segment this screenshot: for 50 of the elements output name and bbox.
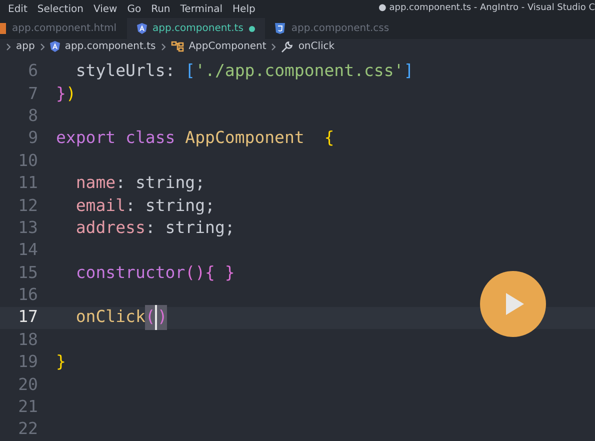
menu-item[interactable]: Terminal bbox=[180, 2, 223, 17]
menu-item[interactable]: Run bbox=[151, 2, 170, 17]
code-line: email: string; bbox=[74, 194, 215, 217]
line-number: 11 bbox=[17, 172, 39, 194]
line-number: 9 bbox=[27, 127, 39, 150]
line-number: 20 bbox=[17, 374, 39, 396]
line-number: 10 bbox=[17, 150, 39, 172]
line-number: 15 bbox=[17, 262, 39, 284]
window-title: ● app.component.ts - AngIntro - Visual Studio C bbox=[378, 2, 595, 16]
line-number: 19 bbox=[17, 351, 39, 374]
breadcrumb-item[interactable]: onClick bbox=[298, 39, 335, 54]
class-icon bbox=[170, 41, 184, 52]
line-number: 13 bbox=[17, 216, 39, 239]
code-line: address: string; bbox=[74, 216, 235, 239]
menu-item[interactable]: View bbox=[93, 2, 118, 17]
code-line: styleUrls: ['./app.component.css'] bbox=[74, 60, 414, 82]
line-number: 21 bbox=[17, 396, 39, 418]
menu-item[interactable]: Selection bbox=[37, 2, 84, 17]
code-line: }) bbox=[56, 82, 76, 105]
line-number: 8 bbox=[27, 104, 39, 127]
code-line: name: string; bbox=[74, 172, 206, 194]
breadcrumb-item[interactable]: app bbox=[16, 39, 35, 54]
line-number: 7 bbox=[27, 82, 39, 105]
code-line: } bbox=[56, 351, 66, 374]
chevron-icon bbox=[40, 42, 45, 51]
line-number: 6 bbox=[27, 60, 39, 82]
angular-file-icon bbox=[136, 23, 147, 34]
line-number: 14 bbox=[17, 239, 39, 262]
menu-item[interactable]: Go bbox=[127, 2, 142, 17]
line-number: 18 bbox=[17, 328, 39, 351]
code-line: constructor(){ } bbox=[74, 262, 235, 284]
chevron-icon bbox=[160, 42, 166, 51]
html-file-icon bbox=[0, 23, 6, 34]
play-icon bbox=[505, 292, 525, 316]
editor-tab[interactable]: app.component.ts bbox=[126, 18, 266, 40]
breadcrumb-item[interactable]: AppComponent bbox=[188, 39, 266, 54]
code-line: export class AppComponent { bbox=[56, 127, 334, 150]
line-number: 17 bbox=[17, 306, 39, 328]
code-line: onClick() bbox=[56, 305, 168, 330]
chevron-icon bbox=[271, 42, 276, 51]
breadcrumb-item[interactable]: app.component.ts bbox=[64, 39, 156, 54]
angular-file-icon bbox=[50, 41, 60, 52]
line-number: 12 bbox=[17, 194, 39, 217]
wrench-icon bbox=[281, 40, 294, 53]
menu-item[interactable]: Edit bbox=[8, 2, 28, 17]
css-file-icon bbox=[275, 23, 286, 34]
menu-item[interactable]: Help bbox=[232, 2, 256, 17]
chevron-icon bbox=[6, 42, 11, 51]
line-number: 16 bbox=[17, 284, 39, 306]
line-number: 22 bbox=[17, 418, 39, 440]
